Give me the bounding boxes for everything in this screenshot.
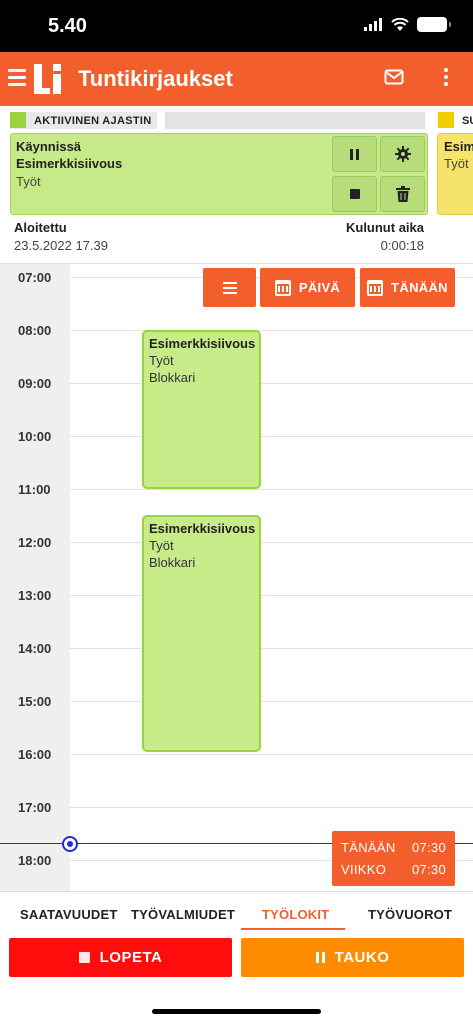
- hour-label: 17:00: [18, 800, 52, 815]
- today-button[interactable]: TÄNÄÄN: [360, 268, 455, 307]
- bottom-safe-area: [0, 977, 473, 1024]
- active-timer-header: AKTIIVINEN AJASTIN: [10, 112, 425, 129]
- event-title: Esimerkkisiivous: [149, 521, 256, 536]
- current-time-marker: [62, 836, 78, 852]
- gear-icon: [394, 146, 411, 162]
- status-bar: 5.40: [0, 0, 473, 52]
- list-view-button[interactable]: [203, 268, 256, 307]
- calendar-event[interactable]: Esimerkkisiivous Työt Blokkari: [142, 330, 261, 489]
- day-calendar[interactable]: 07:00 08:00 09:00 10:00 11:00 12:00 13:0…: [0, 264, 473, 891]
- tab-saatavuudet[interactable]: SAATAVUUDET: [20, 907, 118, 922]
- tab-tyolokit[interactable]: TYÖLOKIT: [262, 907, 329, 922]
- mail-icon[interactable]: [384, 69, 404, 85]
- hour-label: 16:00: [18, 747, 52, 762]
- bottom-tab-bar: SAATAVUUDET TYÖVALMIUDET TYÖLOKIT TYÖVUO…: [0, 891, 473, 937]
- status-time: 5.40: [48, 15, 87, 37]
- elapsed-value: 0:00:18: [380, 238, 424, 253]
- hour-label: 13:00: [18, 588, 52, 603]
- event-person: Blokkari: [149, 370, 196, 385]
- event-title: Esimerkkisiivous: [149, 336, 256, 351]
- tab-tyovalmiudet[interactable]: TYÖVALMIUDET: [131, 907, 235, 922]
- timer-stop-button[interactable]: [332, 176, 377, 212]
- more-options-icon[interactable]: [440, 68, 452, 90]
- event-person: Blokkari: [149, 555, 196, 570]
- hour-label: 09:00: [18, 376, 52, 391]
- hour-label: 12:00: [18, 535, 52, 550]
- status-icons: [364, 17, 451, 32]
- timer-category: Työt: [16, 174, 41, 189]
- hour-label: 07:00: [18, 270, 52, 285]
- timer-area: AKTIIVINEN AJASTIN Käynnissä Esimerkkisi…: [0, 106, 473, 264]
- stop-icon: [78, 952, 90, 963]
- wifi-icon: [391, 17, 409, 31]
- started-label: Aloitettu: [14, 220, 67, 235]
- hamburger-menu-icon[interactable]: [8, 69, 26, 87]
- timer-status: Käynnissä: [16, 139, 82, 154]
- stop-button[interactable]: LOPETA: [9, 938, 232, 977]
- hour-label: 11:00: [18, 482, 51, 497]
- active-tab-indicator: [241, 928, 345, 930]
- hour-label: 08:00: [18, 323, 52, 338]
- second-timer-name: Esimerkkisiivous: [444, 139, 473, 154]
- timer-delete-button[interactable]: [380, 176, 425, 212]
- calendar-icon: [274, 279, 291, 296]
- event-category: Työt: [149, 538, 174, 553]
- started-value: 23.5.2022 17.39: [14, 238, 108, 253]
- stop-button-label: LOPETA: [99, 949, 163, 966]
- pause-button-label: TAUKO: [334, 949, 390, 966]
- summary-today-value: 07:30: [411, 840, 446, 855]
- battery-icon: [417, 17, 451, 32]
- home-indicator: [152, 1009, 321, 1014]
- signal-icon: [364, 18, 382, 31]
- timer-name: Esimerkkisiivous: [16, 156, 123, 171]
- summary-week-value: 07:30: [411, 862, 446, 877]
- second-timer-card[interactable]: Esimerkkisiivous Työt: [437, 133, 473, 215]
- summary-week-row: VIIKKO 07:30: [341, 862, 446, 877]
- second-timer-category: Työt: [444, 156, 469, 171]
- day-view-button[interactable]: PÄIVÄ: [260, 268, 355, 307]
- app-logo: [34, 64, 61, 94]
- app-bar: Tuntikirjaukset: [0, 52, 473, 106]
- second-timer-label: SU: [462, 115, 473, 127]
- second-timer-color-marker: [438, 112, 454, 128]
- active-timer-color-marker: [10, 112, 26, 128]
- event-category: Työt: [149, 353, 174, 368]
- timer-pause-button[interactable]: [332, 136, 377, 172]
- pause-icon: [350, 148, 359, 160]
- calendar-event[interactable]: Esimerkkisiivous Työt Blokkari: [142, 515, 261, 752]
- day-view-label: PÄIVÄ: [298, 280, 341, 295]
- active-timer-card[interactable]: Käynnissä Esimerkkisiivous Työt: [10, 133, 428, 215]
- page-title: Tuntikirjaukset: [78, 66, 233, 91]
- active-timer-label: AKTIIVINEN AJASTIN: [34, 115, 152, 127]
- hours-summary: TÄNÄÄN 07:30 VIIKKO 07:30: [332, 831, 455, 886]
- summary-week-label: VIIKKO: [341, 862, 387, 877]
- hour-label: 10:00: [18, 429, 52, 444]
- hour-label: 18:00: [18, 853, 52, 868]
- hour-label: 14:00: [18, 641, 52, 656]
- today-label: TÄNÄÄN: [391, 280, 448, 295]
- timer-settings-button[interactable]: [380, 136, 425, 172]
- summary-today-label: TÄNÄÄN: [341, 840, 396, 855]
- pause-icon: [315, 952, 325, 963]
- hour-label: 15:00: [18, 694, 52, 709]
- pause-button[interactable]: TAUKO: [241, 938, 464, 977]
- calendar-icon: [367, 279, 384, 296]
- tab-tyovuorot[interactable]: TYÖVUOROT: [368, 907, 452, 922]
- list-icon: [222, 279, 237, 297]
- summary-today-row: TÄNÄÄN 07:30: [341, 840, 446, 855]
- trash-icon: [395, 186, 410, 202]
- elapsed-label: Kulunut aika: [345, 220, 424, 235]
- stop-icon: [349, 189, 360, 199]
